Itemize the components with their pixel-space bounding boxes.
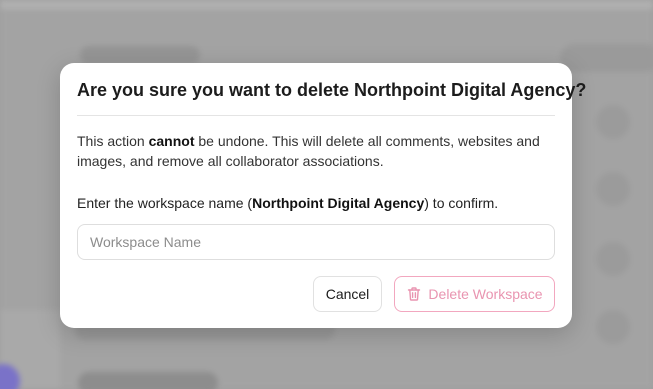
- cancel-button[interactable]: Cancel: [313, 276, 382, 312]
- dialog-title: Are you sure you want to delete Northpoi…: [77, 80, 587, 100]
- background-topbar: [0, 0, 653, 11]
- background-avatar: [596, 172, 630, 206]
- confirm-instructions: Enter the workspace name (Northpoint Dig…: [77, 195, 557, 211]
- delete-workspace-dialog: Are you sure you want to delete Northpoi…: [60, 63, 587, 328]
- confirm-prefix: Enter the workspace name (: [77, 195, 253, 211]
- delete-workspace-button[interactable]: Delete Workspace: [394, 276, 555, 312]
- dialog-description: This action cannot be undone. This will …: [77, 131, 557, 171]
- background-action-button: [560, 44, 653, 72]
- description-prefix: This action: [77, 133, 149, 149]
- trash-icon: [406, 286, 422, 302]
- workspace-name: Northpoint Digital Agency: [252, 195, 425, 211]
- background-avatar: [596, 105, 630, 139]
- background-row: [78, 372, 218, 389]
- cancel-button-label: Cancel: [325, 286, 370, 302]
- dialog-divider: [77, 115, 555, 116]
- delete-button-label: Delete Workspace: [428, 286, 543, 302]
- confirm-suffix: ) to confirm.: [424, 195, 499, 211]
- background-avatar: [596, 242, 630, 276]
- description-emphasis: cannot: [148, 133, 195, 149]
- background-avatar: [596, 310, 630, 344]
- workspace-name-input[interactable]: [77, 224, 555, 260]
- background-heading: [80, 46, 200, 64]
